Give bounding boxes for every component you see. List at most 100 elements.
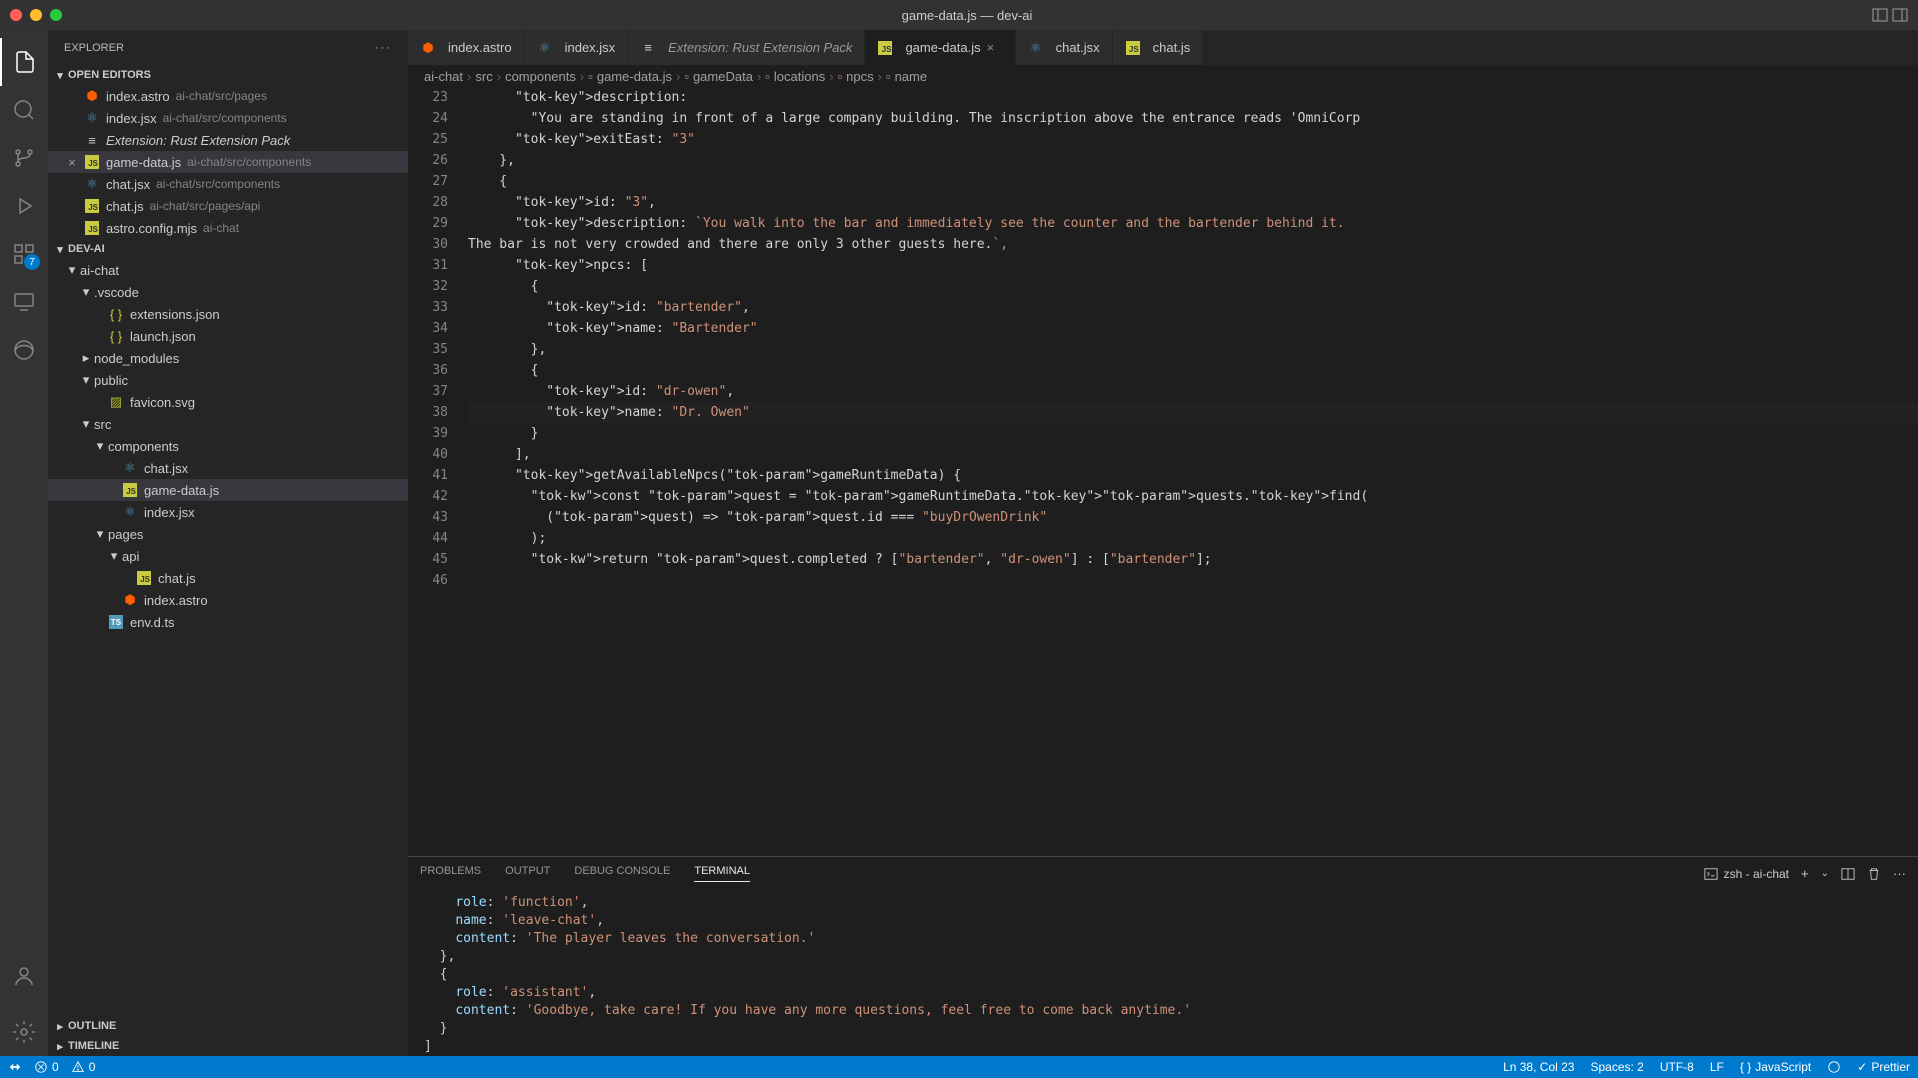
open-editors-header[interactable]: ▾ OPEN EDITORS bbox=[48, 65, 408, 85]
settings-activity[interactable] bbox=[0, 1008, 48, 1056]
file-item[interactable]: JSgame-data.js bbox=[48, 479, 408, 501]
breadcrumb-item[interactable]: ▫ game-data.js bbox=[588, 69, 672, 84]
indentation-status[interactable]: Spaces: 2 bbox=[1590, 1060, 1643, 1074]
breadcrumb-item[interactable]: ▫ gameData bbox=[684, 69, 753, 84]
language-status[interactable]: { } JavaScript bbox=[1740, 1060, 1811, 1074]
chevron-down-icon: ▾ bbox=[52, 241, 68, 257]
panel-more-icon[interactable]: ··· bbox=[1893, 866, 1906, 881]
terminal-output[interactable]: role: 'function', name: 'leave-chat', co… bbox=[408, 890, 1918, 1056]
file-item[interactable]: ⚛index.jsx bbox=[48, 501, 408, 523]
close-icon[interactable]: × bbox=[64, 154, 80, 170]
remote-status[interactable] bbox=[8, 1060, 22, 1074]
maximize-window[interactable] bbox=[50, 9, 62, 21]
file-item[interactable]: ▨favicon.svg bbox=[48, 391, 408, 413]
breadcrumbs[interactable]: ai-chat›src›components›▫ game-data.js›▫ … bbox=[408, 65, 1918, 87]
editor-tab[interactable]: ⚛chat.jsx bbox=[1016, 30, 1113, 65]
chevron-icon: ▾ bbox=[64, 262, 80, 278]
folder-item[interactable]: ▾public bbox=[48, 369, 408, 391]
feedback-icon[interactable] bbox=[1827, 1060, 1841, 1074]
folder-item[interactable]: ▾api bbox=[48, 545, 408, 567]
more-icon[interactable]: ··· bbox=[375, 42, 392, 54]
open-editors-list: ⬢index.astroai-chat/src/pages⚛index.jsxa… bbox=[48, 85, 408, 239]
breadcrumb-item[interactable]: components bbox=[505, 69, 576, 84]
extensions-activity[interactable]: 7 bbox=[0, 230, 48, 278]
eol-status[interactable]: LF bbox=[1710, 1060, 1724, 1074]
file-item[interactable]: { }launch.json bbox=[48, 325, 408, 347]
editor-tab[interactable]: ⚛index.jsx bbox=[525, 30, 629, 65]
file-item[interactable]: TSenv.d.ts bbox=[48, 611, 408, 633]
file-icon: ⚛ bbox=[537, 40, 553, 56]
open-editor-item[interactable]: ≡Extension: Rust Extension Pack bbox=[48, 129, 408, 151]
file-item[interactable]: JSchat.js bbox=[48, 567, 408, 589]
timeline-header[interactable]: ▸ TIMELINE bbox=[48, 1036, 408, 1056]
file-icon: ⚛ bbox=[122, 504, 138, 520]
open-editor-item[interactable]: ⚛index.jsxai-chat/src/components bbox=[48, 107, 408, 129]
terminal-selector[interactable]: zsh - ai-chat bbox=[1704, 867, 1789, 881]
open-editor-item[interactable]: ×JSgame-data.jsai-chat/src/components bbox=[48, 151, 408, 173]
folder-item[interactable]: ▸node_modules bbox=[48, 347, 408, 369]
folder-item[interactable]: ▾src bbox=[48, 413, 408, 435]
minimize-window[interactable] bbox=[30, 9, 42, 21]
breadcrumb-item[interactable]: ▫ npcs bbox=[838, 69, 874, 84]
panel-layout-icon[interactable] bbox=[1872, 7, 1888, 23]
panel-layout-icon-2[interactable] bbox=[1892, 7, 1908, 23]
cursor-position[interactable]: Ln 38, Col 23 bbox=[1503, 1060, 1574, 1074]
editor-tab[interactable]: ≡Extension: Rust Extension Pack bbox=[628, 30, 865, 65]
split-terminal-icon[interactable] bbox=[1841, 867, 1855, 881]
folder-item[interactable]: ▾.vscode bbox=[48, 281, 408, 303]
editor-tab[interactable]: ⬢index.astro bbox=[408, 30, 525, 65]
search-activity[interactable] bbox=[0, 86, 48, 134]
close-icon[interactable]: × bbox=[987, 40, 1003, 56]
new-terminal-icon[interactable]: + bbox=[1801, 866, 1809, 881]
panel-tab[interactable]: DEBUG CONSOLE bbox=[574, 865, 670, 882]
breadcrumb-item[interactable]: ai-chat bbox=[424, 69, 463, 84]
branch-icon bbox=[12, 146, 36, 170]
trash-icon[interactable] bbox=[1867, 867, 1881, 881]
close-window[interactable] bbox=[10, 9, 22, 21]
open-editor-item[interactable]: JSchat.jsai-chat/src/pages/api bbox=[48, 195, 408, 217]
scm-activity[interactable] bbox=[0, 134, 48, 182]
file-icon: JS bbox=[84, 198, 100, 214]
file-icon: ⚛ bbox=[84, 176, 100, 192]
file-item[interactable]: { }extensions.json bbox=[48, 303, 408, 325]
account-activity[interactable] bbox=[0, 952, 48, 1000]
file-item[interactable]: ⬢index.astro bbox=[48, 589, 408, 611]
file-icon: JS bbox=[122, 482, 138, 498]
panel-tab[interactable]: TERMINAL bbox=[694, 865, 750, 882]
prettier-status[interactable]: ✓ Prettier bbox=[1857, 1060, 1910, 1074]
open-editor-item[interactable]: ⬢index.astroai-chat/src/pages bbox=[48, 85, 408, 107]
folder-item[interactable]: ▾pages bbox=[48, 523, 408, 545]
breadcrumb-item[interactable]: src bbox=[475, 69, 492, 84]
editor-tab[interactable]: JSchat.js bbox=[1113, 30, 1204, 65]
breadcrumb-item[interactable]: ▫ locations bbox=[765, 69, 825, 84]
terminal-dropdown-icon[interactable]: ⌄ bbox=[1821, 868, 1829, 879]
project-header[interactable]: ▾ DEV-AI bbox=[48, 239, 408, 259]
file-icon: ⬢ bbox=[122, 592, 138, 608]
window-title: game-data.js — dev-ai bbox=[62, 8, 1872, 23]
panel-tab[interactable]: OUTPUT bbox=[505, 865, 550, 882]
edge-activity[interactable] bbox=[0, 326, 48, 374]
editor-tab[interactable]: JSgame-data.js× bbox=[865, 30, 1015, 65]
chevron-icon: ▾ bbox=[92, 526, 108, 542]
panel-tab[interactable]: PROBLEMS bbox=[420, 865, 481, 882]
outline-header[interactable]: ▸ OUTLINE bbox=[48, 1016, 408, 1036]
explorer-activity[interactable] bbox=[0, 38, 48, 86]
open-editor-item[interactable]: JSastro.config.mjsai-chat bbox=[48, 217, 408, 239]
remote-indicator-icon bbox=[8, 1060, 22, 1074]
file-item[interactable]: ⚛chat.jsx bbox=[48, 457, 408, 479]
folder-item[interactable]: ▾ai-chat bbox=[48, 259, 408, 281]
warnings-status[interactable]: 0 bbox=[71, 1060, 96, 1074]
chevron-icon: ▾ bbox=[78, 372, 94, 388]
code-content[interactable]: "tok-key">description: "You are standing… bbox=[468, 87, 1918, 856]
remote-activity[interactable] bbox=[0, 278, 48, 326]
open-editor-item[interactable]: ⚛chat.jsxai-chat/src/components bbox=[48, 173, 408, 195]
editor-area: ⬢index.astro⚛index.jsx≡Extension: Rust E… bbox=[408, 30, 1918, 1056]
chevron-icon: ▾ bbox=[78, 284, 94, 300]
code-editor[interactable]: 2324252627282930313233343536373839404142… bbox=[408, 87, 1918, 856]
bottom-panel: PROBLEMS OUTPUT DEBUG CONSOLE TERMINAL zsh … bbox=[408, 856, 1918, 1056]
breadcrumb-item[interactable]: ▫ name bbox=[886, 69, 927, 84]
folder-item[interactable]: ▾components bbox=[48, 435, 408, 457]
errors-status[interactable]: 0 bbox=[34, 1060, 59, 1074]
debug-activity[interactable] bbox=[0, 182, 48, 230]
encoding-status[interactable]: UTF-8 bbox=[1660, 1060, 1694, 1074]
